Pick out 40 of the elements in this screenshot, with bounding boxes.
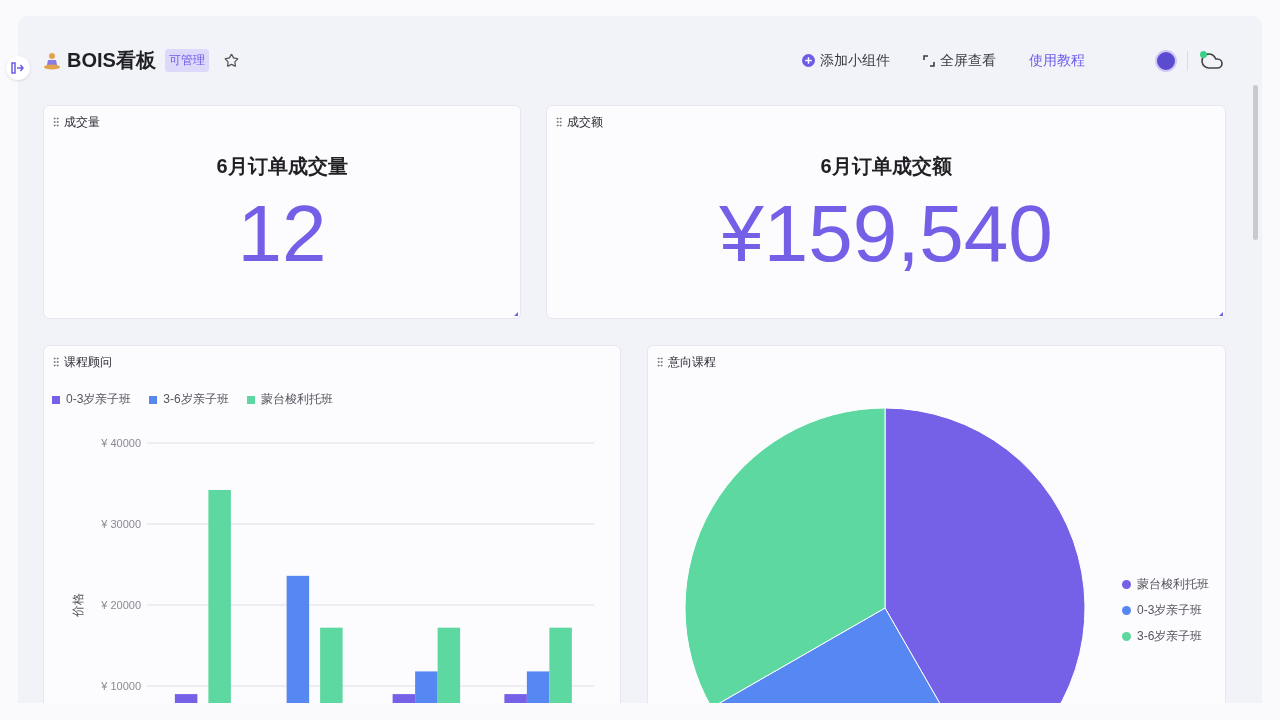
legend-item[interactable]: 0-3岁亲子班 <box>52 391 132 408</box>
favorite-star-icon[interactable] <box>223 53 239 68</box>
drag-handle-icon[interactable] <box>654 356 666 368</box>
widget-title: 成交量 <box>64 113 100 131</box>
resize-handle-icon[interactable] <box>1219 312 1223 316</box>
fullscreen-button[interactable]: 全屏查看 <box>923 51 996 70</box>
dashboard-title: BOIS看板 <box>67 48 156 73</box>
cloud-sync-icon[interactable] <box>1200 49 1226 72</box>
panel-arrow-icon <box>11 62 25 74</box>
permission-tag: 可管理 <box>164 49 209 72</box>
widget-title: 成交额 <box>567 113 603 131</box>
legend-item[interactable]: 3-6岁亲子班 <box>1122 628 1209 645</box>
axis-tick-label: ¥ 40000 <box>101 437 141 449</box>
widget-title: 意向课程 <box>668 353 716 371</box>
bar <box>174 694 198 703</box>
drag-handle-icon[interactable] <box>50 116 62 128</box>
stat-value: 12 <box>236 194 328 274</box>
stat-heading: 6月订单成交量 <box>215 154 349 179</box>
axis-tick-label: ¥ 30000 <box>101 518 141 530</box>
stat-value: ¥159,540 <box>718 194 1054 274</box>
add-widget-button[interactable]: 添加小组件 <box>802 51 890 70</box>
drag-handle-icon[interactable] <box>50 356 62 368</box>
tutorial-link[interactable]: 使用教程 <box>1029 51 1085 70</box>
expand-icon <box>923 54 935 67</box>
legend-item[interactable]: 蒙台梭利托班 <box>246 391 333 408</box>
scrollbar-thumb[interactable] <box>1253 85 1258 240</box>
meditating-figure-icon <box>43 51 61 70</box>
sidebar-toggle-button[interactable] <box>6 56 30 80</box>
widget-title: 课程顾问 <box>64 353 112 371</box>
legend-item[interactable]: 0-3岁亲子班 <box>1122 602 1209 619</box>
axis-tick-label: ¥ 20000 <box>101 599 141 611</box>
axis-tick-label: ¥ 10000 <box>101 680 141 692</box>
stat-heading: 6月订单成交额 <box>819 154 953 179</box>
resize-handle-icon[interactable] <box>514 312 518 316</box>
axis-title: 价格 <box>71 593 85 617</box>
legend-item[interactable]: 3-6岁亲子班 <box>149 391 229 408</box>
user-avatar[interactable] <box>1155 49 1177 72</box>
legend-item[interactable]: 蒙台梭利托班 <box>1122 576 1209 593</box>
plus-circle-icon <box>802 54 815 67</box>
drag-handle-icon[interactable] <box>553 116 565 128</box>
